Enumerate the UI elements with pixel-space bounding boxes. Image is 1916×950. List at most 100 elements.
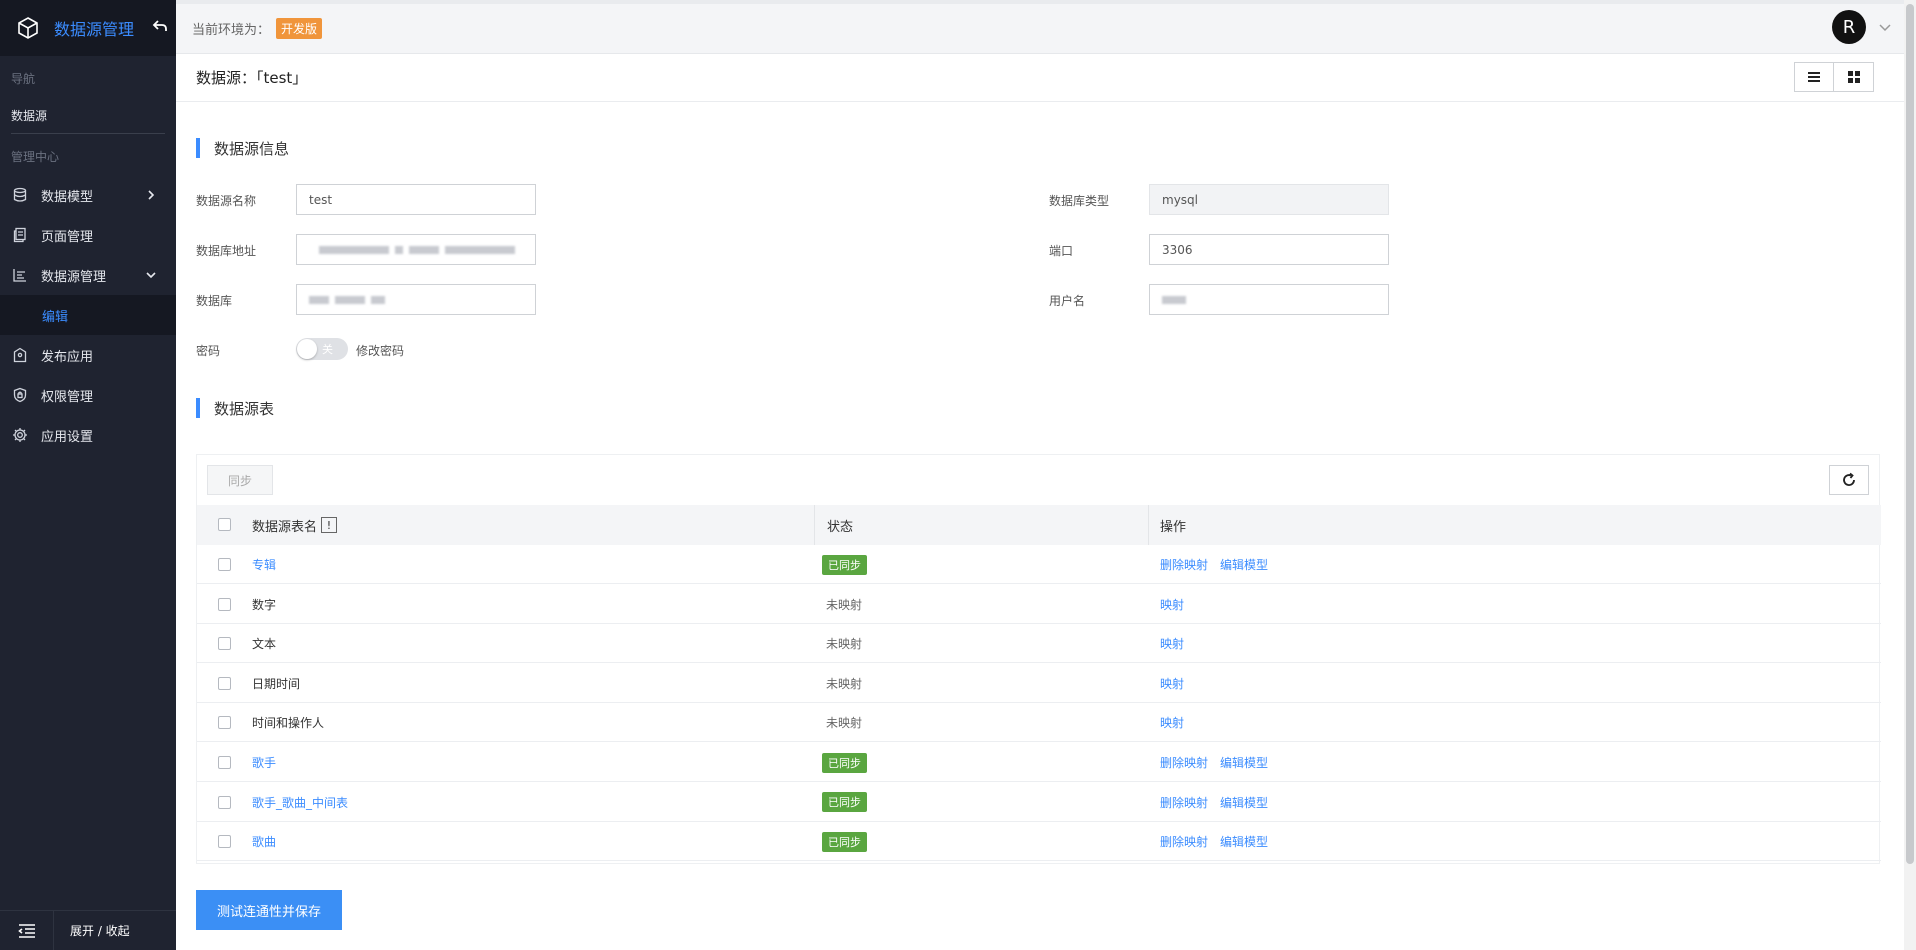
row-checkbox[interactable]: [218, 835, 231, 849]
sidebar: 数据源管理 导航 数据源 管理中心 数据模型 页面管理 数据源管理 编辑 发布应…: [0, 0, 176, 950]
table-name-cell[interactable]: 歌曲: [252, 822, 276, 861]
status-badge: 已同步: [822, 831, 867, 852]
table-row: 专辑 已同步 删除映射 编辑模型: [197, 545, 1881, 584]
top-bar: 当前环境为： 开发版 R: [176, 0, 1904, 54]
sidebar-subitem-edit[interactable]: 编辑: [0, 295, 176, 335]
delete-mapping-link[interactable]: 删除映射: [1160, 794, 1208, 811]
table-panel: 同步 数据源表名 ! 状态 操作 专辑 已同步 删除映射 编辑模型 数字 未映射 映射 文本未…: [196, 454, 1881, 864]
status-cell: 未映射: [822, 664, 862, 703]
sidebar-header: 数据源管理: [0, 0, 176, 56]
database-icon: [11, 186, 29, 204]
sidebar-item-app-settings[interactable]: 应用设置: [0, 415, 176, 455]
table-row: 时间和操作人 未映射 映射: [197, 703, 1881, 743]
actions-cell: 映射: [1160, 624, 1196, 663]
table-row: 文本 未映射 映射: [197, 624, 1881, 664]
password-toggle[interactable]: 关: [296, 338, 348, 360]
header-actions: 操作: [1160, 519, 1187, 535]
edit-model-link[interactable]: 编辑模型: [1220, 556, 1268, 573]
map-link[interactable]: 映射: [1160, 635, 1184, 652]
view-toggle: [1794, 62, 1874, 92]
sidebar-item-label: 权限管理: [41, 389, 94, 405]
column-separator: [1148, 505, 1149, 545]
page-title: 数据源：「test」: [196, 69, 308, 87]
grid-view-button[interactable]: [1834, 62, 1874, 92]
delete-mapping-link[interactable]: 删除映射: [1160, 754, 1208, 771]
sidebar-item-page-management[interactable]: 页面管理: [0, 215, 176, 255]
sidebar-item-publish[interactable]: 发布应用: [0, 335, 176, 375]
status-badge: 未映射: [826, 637, 863, 652]
edit-model-link[interactable]: 编辑模型: [1220, 794, 1268, 811]
refresh-icon: [1843, 472, 1855, 486]
list-icon: [1808, 72, 1820, 82]
status-cell: 未映射: [822, 585, 862, 624]
sidebar-item-label: 发布应用: [41, 349, 94, 365]
chevron-down-icon[interactable]: [1878, 20, 1892, 34]
page-scrollbar[interactable]: [1904, 0, 1916, 950]
sidebar-item-permissions[interactable]: 权限管理: [0, 375, 176, 415]
table-name-cell[interactable]: 歌手: [252, 743, 276, 782]
chevron-right-icon: [148, 190, 155, 200]
edit-model-link[interactable]: 编辑模型: [1220, 833, 1268, 850]
row-checkbox[interactable]: [218, 597, 231, 611]
datasource-name-input[interactable]: test: [296, 184, 536, 215]
select-all-checkbox[interactable]: [218, 518, 231, 531]
pages-icon: [11, 226, 29, 244]
hierarchy-icon: [11, 266, 29, 284]
avatar[interactable]: R: [1832, 10, 1866, 44]
column-separator: [814, 505, 815, 545]
sidebar-item-datasource-management[interactable]: 数据源管理: [0, 255, 176, 295]
port-input[interactable]: 3306: [1149, 234, 1389, 265]
row-checkbox[interactable]: [218, 558, 231, 571]
table-row: 歌手 已同步 删除映射 编辑模型: [197, 743, 1881, 782]
delete-mapping-link[interactable]: 删除映射: [1160, 556, 1208, 573]
section-title-tables: 数据源表: [196, 398, 274, 418]
table-name-cell: 日期时间: [252, 676, 301, 691]
scrollbar-thumb[interactable]: [1906, 4, 1914, 864]
delete-mapping-link[interactable]: 删除映射: [1160, 833, 1208, 850]
status-cell: 已同步: [822, 743, 867, 782]
env-label: 当前环境为：: [192, 23, 271, 38]
sidebar-item-data-model[interactable]: 数据模型: [0, 175, 176, 215]
status-badge: 未映射: [826, 676, 863, 691]
map-link[interactable]: 映射: [1160, 675, 1184, 692]
collapse-toggle-icon[interactable]: [0, 911, 54, 950]
row-checkbox[interactable]: [218, 637, 231, 651]
list-view-button[interactable]: [1794, 62, 1834, 92]
refresh-button[interactable]: [1829, 465, 1869, 495]
table-row: 数字 未映射 映射: [197, 585, 1881, 624]
cube-icon: [16, 16, 40, 40]
sidebar-item-label: 数据源管理: [41, 269, 107, 285]
status-badge: 已同步: [822, 792, 867, 813]
sync-button[interactable]: 同步: [207, 465, 273, 495]
row-checkbox[interactable]: [218, 716, 231, 730]
change-password-label: 修改密码: [356, 344, 405, 358]
db-address-input[interactable]: [296, 234, 536, 265]
grid-icon: [1847, 71, 1860, 83]
header-status: 状态: [827, 519, 854, 535]
username-input[interactable]: [1149, 284, 1389, 315]
back-icon[interactable]: [152, 18, 168, 38]
info-icon[interactable]: !: [321, 517, 338, 533]
test-and-save-button[interactable]: 测试连通性并保存: [196, 890, 342, 930]
field-label-password: 密码: [196, 344, 221, 358]
edit-model-link[interactable]: 编辑模型: [1220, 754, 1268, 771]
table-name-cell: 数字: [252, 597, 277, 612]
chevron-down-icon: [146, 272, 156, 279]
map-link[interactable]: 映射: [1160, 714, 1184, 731]
section-admin: 管理中心: [11, 150, 60, 164]
field-label-type: 数据库类型: [1049, 194, 1110, 208]
map-link[interactable]: 映射: [1160, 596, 1184, 613]
expand-collapse-label[interactable]: 展开 / 收起: [54, 911, 176, 950]
database-input[interactable]: [296, 284, 536, 315]
row-checkbox[interactable]: [218, 756, 231, 769]
table-name-cell[interactable]: 歌手_歌曲_中间表: [252, 783, 348, 822]
table-name-cell[interactable]: 专辑: [252, 545, 276, 584]
section-nav: 导航: [11, 72, 36, 86]
toggle-text: 关: [322, 343, 333, 356]
sidebar-item-label: 数据模型: [41, 189, 94, 205]
sidebar-footer: 展开 / 收起: [0, 910, 176, 950]
status-cell: 已同步: [822, 822, 867, 861]
row-checkbox[interactable]: [218, 676, 231, 690]
sidebar-item-datasource[interactable]: 数据源: [0, 97, 176, 133]
row-checkbox[interactable]: [218, 795, 231, 809]
